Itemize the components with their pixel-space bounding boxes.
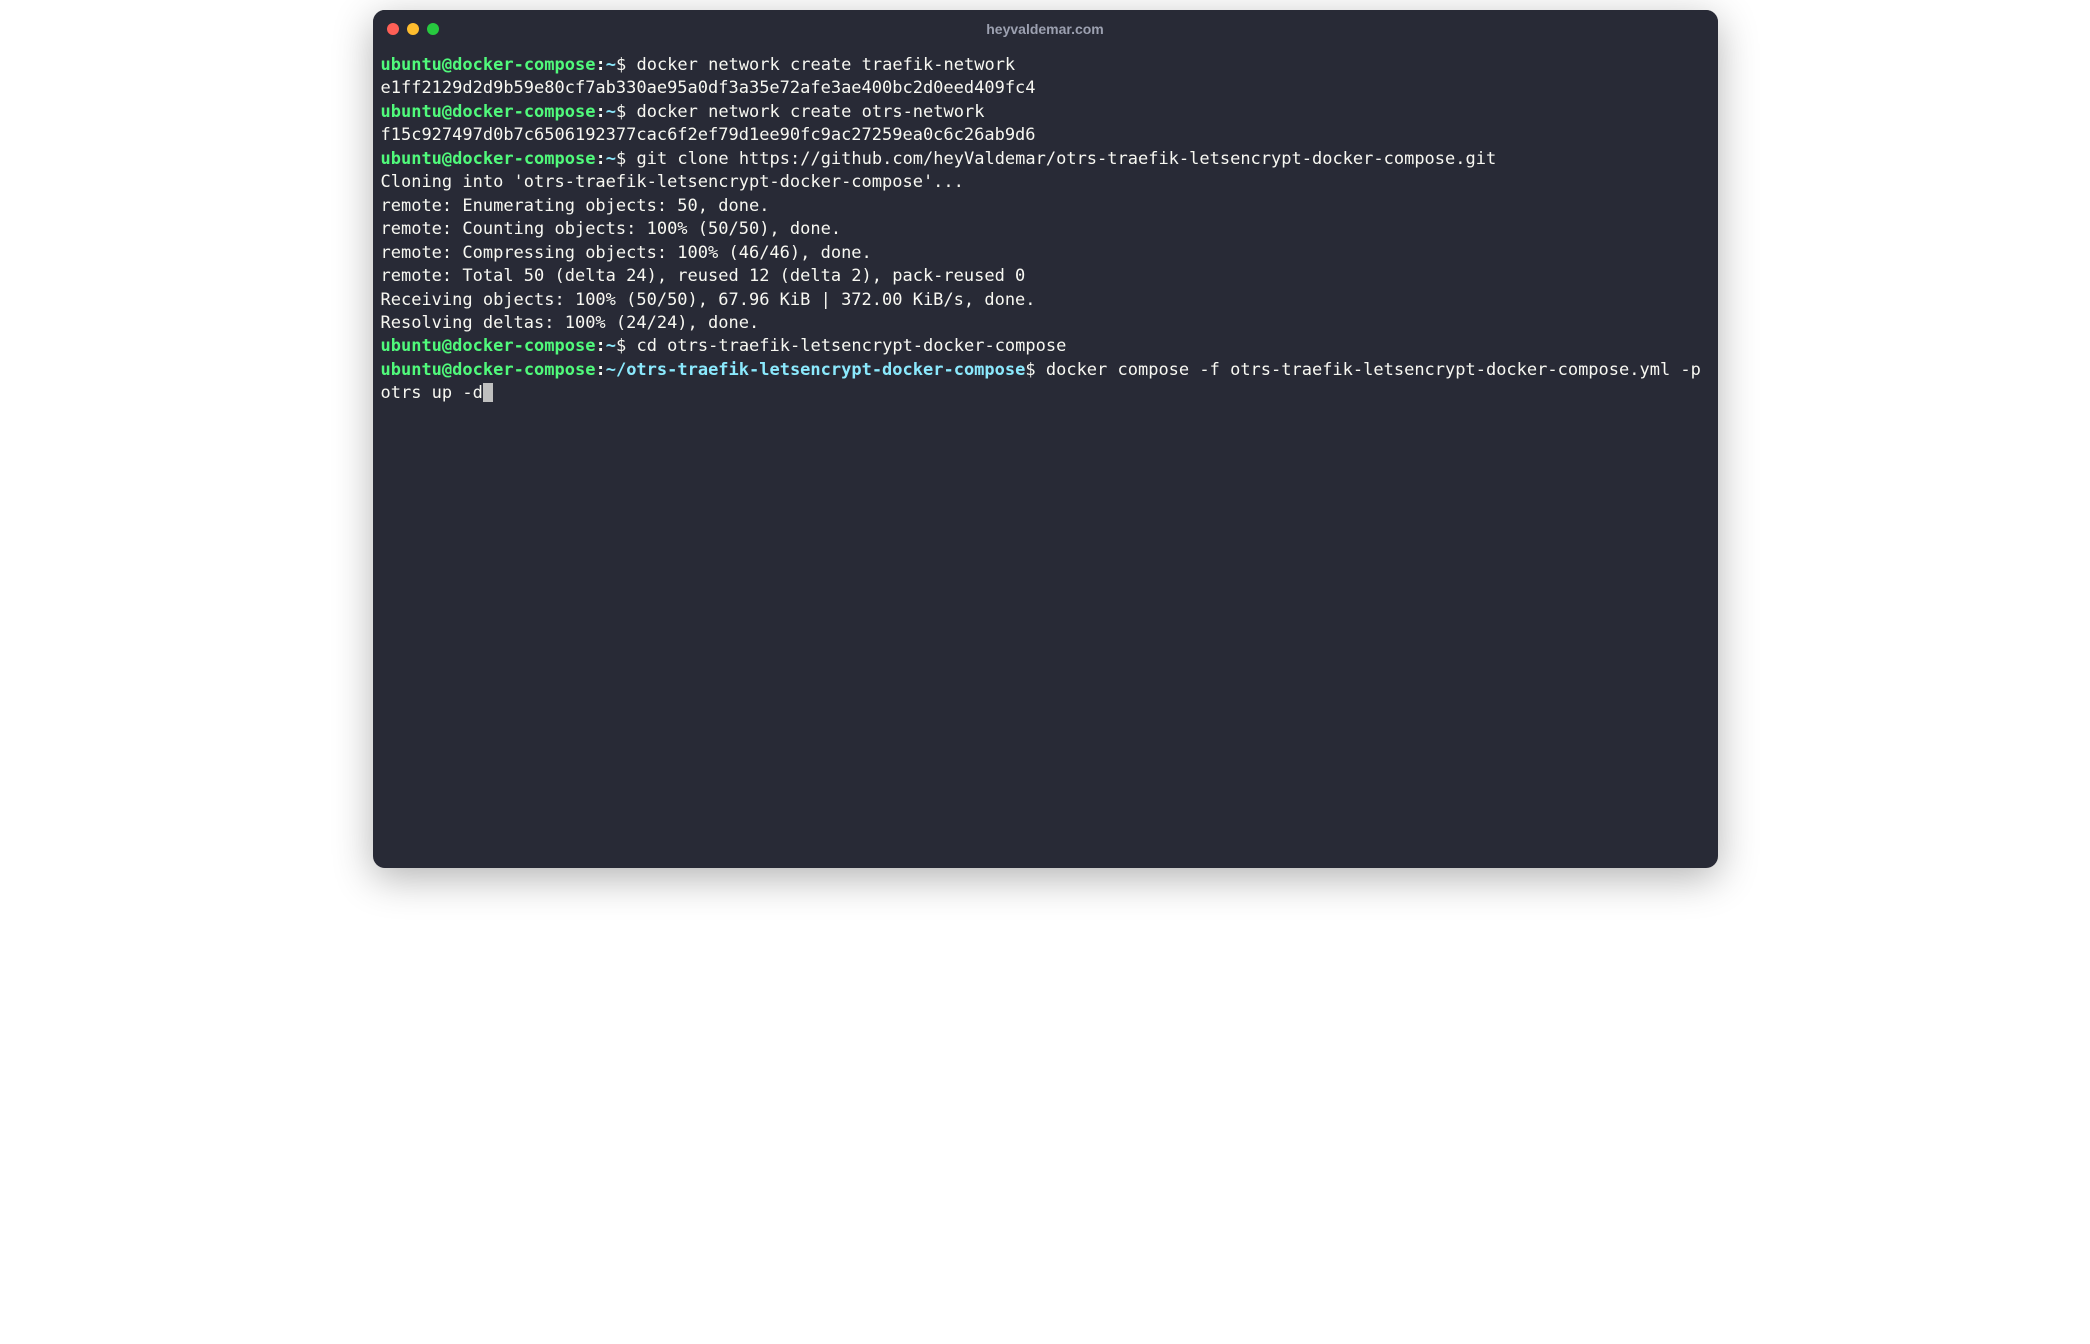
at-symbol: @ — [442, 336, 452, 356]
cursor-icon — [483, 383, 493, 402]
prompt-path: ~ — [606, 336, 616, 356]
close-icon[interactable] — [387, 23, 399, 35]
maximize-icon[interactable] — [427, 23, 439, 35]
window-title: heyvaldemar.com — [986, 21, 1104, 37]
at-symbol: @ — [442, 149, 452, 169]
output-line: Resolving deltas: 100% (24/24), done. — [381, 312, 1710, 335]
window-controls — [387, 23, 439, 35]
output-line: e1ff2129d2d9b59e80cf7ab330ae95a0df3a35e7… — [381, 77, 1710, 100]
prompt-host: docker-compose — [452, 336, 595, 356]
prompt-user: ubuntu — [381, 360, 442, 380]
prompt-line: ubuntu@docker-compose:~$ cd otrs-traefik… — [381, 335, 1710, 358]
output-line: f15c927497d0b7c6506192377cac6f2ef79d1ee9… — [381, 124, 1710, 147]
prompt-user: ubuntu — [381, 149, 442, 169]
colon-symbol: : — [595, 55, 605, 75]
prompt-line: ubuntu@docker-compose:~$ git clone https… — [381, 148, 1710, 171]
at-symbol: @ — [442, 55, 452, 75]
output-line: remote: Counting objects: 100% (50/50), … — [381, 218, 1710, 241]
at-symbol: @ — [442, 102, 452, 122]
output-line: Cloning into 'otrs-traefik-letsencrypt-d… — [381, 171, 1710, 194]
titlebar: heyvaldemar.com — [373, 10, 1718, 48]
prompt-host: docker-compose — [452, 360, 595, 380]
terminal-window: heyvaldemar.com ubuntu@docker-compose:~$… — [373, 10, 1718, 868]
at-symbol: @ — [442, 360, 452, 380]
output-line: remote: Compressing objects: 100% (46/46… — [381, 242, 1710, 265]
command-text: cd otrs-traefik-letsencrypt-docker-compo… — [636, 336, 1066, 356]
prompt-path: ~ — [606, 149, 616, 169]
prompt-user: ubuntu — [381, 336, 442, 356]
colon-symbol: : — [595, 336, 605, 356]
prompt-host: docker-compose — [452, 149, 595, 169]
prompt-line: ubuntu@docker-compose:~$ docker network … — [381, 101, 1710, 124]
prompt-path: ~/otrs-traefik-letsencrypt-docker-compos… — [606, 360, 1026, 380]
prompt-user: ubuntu — [381, 55, 442, 75]
command-text: docker network create traefik-network — [636, 55, 1015, 75]
output-line: remote: Enumerating objects: 50, done. — [381, 195, 1710, 218]
dollar-symbol: $ — [616, 149, 626, 169]
prompt-path: ~ — [606, 102, 616, 122]
prompt-user: ubuntu — [381, 102, 442, 122]
prompt-host: docker-compose — [452, 102, 595, 122]
colon-symbol: : — [595, 149, 605, 169]
prompt-path: ~ — [606, 55, 616, 75]
dollar-symbol: $ — [616, 55, 626, 75]
dollar-symbol: $ — [1025, 360, 1035, 380]
dollar-symbol: $ — [616, 102, 626, 122]
prompt-host: docker-compose — [452, 55, 595, 75]
prompt-line: ubuntu@docker-compose:~$ docker network … — [381, 54, 1710, 77]
command-text: docker network create otrs-network — [636, 102, 984, 122]
prompt-line-active: ubuntu@docker-compose:~/otrs-traefik-let… — [381, 359, 1710, 406]
colon-symbol: : — [595, 102, 605, 122]
minimize-icon[interactable] — [407, 23, 419, 35]
output-line: Receiving objects: 100% (50/50), 67.96 K… — [381, 289, 1710, 312]
output-line: remote: Total 50 (delta 24), reused 12 (… — [381, 265, 1710, 288]
colon-symbol: : — [595, 360, 605, 380]
command-text: git clone https://github.com/heyValdemar… — [636, 149, 1496, 169]
terminal-content[interactable]: ubuntu@docker-compose:~$ docker network … — [373, 48, 1718, 868]
dollar-symbol: $ — [616, 336, 626, 356]
